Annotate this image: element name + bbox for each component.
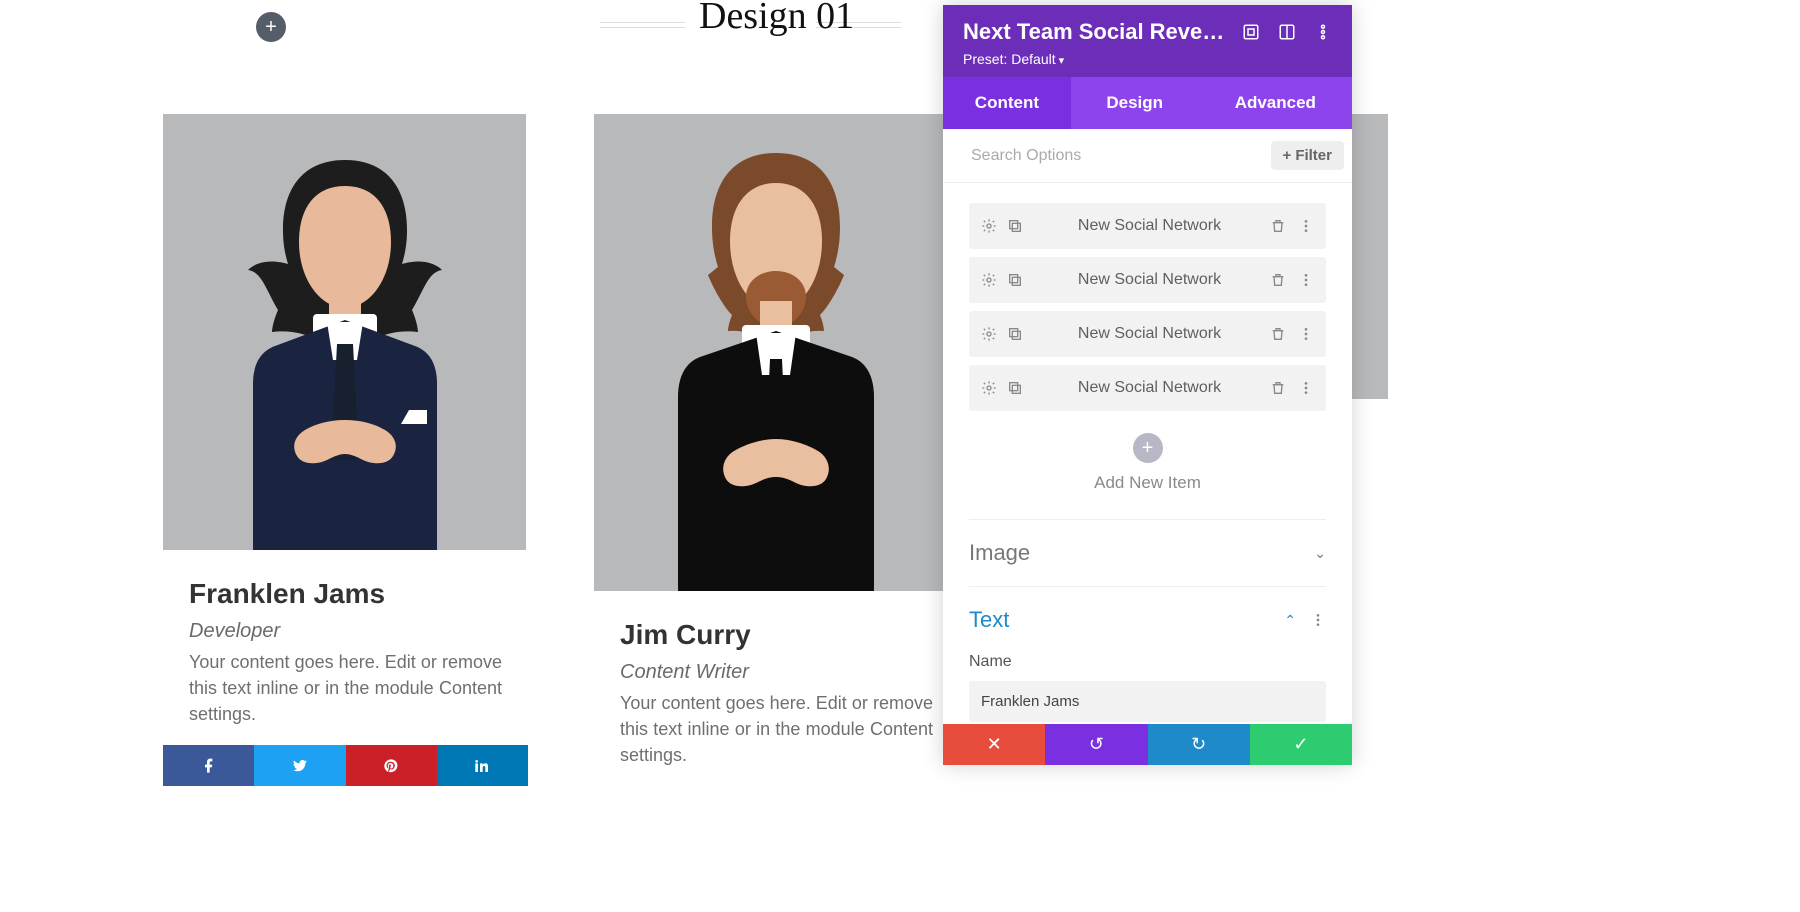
member-description: Your content goes here. Edit or remove t…	[189, 649, 502, 727]
member-name: Jim Curry	[620, 619, 933, 651]
member-role: Developer	[189, 620, 502, 643]
add-section-button[interactable]: +	[256, 12, 286, 42]
cancel-button[interactable]: ✕	[943, 724, 1045, 765]
tab-advanced[interactable]: Advanced	[1199, 77, 1352, 129]
trash-icon[interactable]	[1270, 380, 1286, 396]
tab-content[interactable]: Content	[943, 77, 1071, 129]
panel-title: Next Team Social Reveal Se…	[963, 19, 1232, 45]
undo-button[interactable]: ↺	[1045, 724, 1147, 765]
gear-icon[interactable]	[981, 326, 997, 342]
section-toggle-text[interactable]: Text ⌃	[969, 587, 1326, 653]
save-button[interactable]: ✓	[1250, 724, 1352, 765]
social-item-row[interactable]: New Social Network	[969, 257, 1326, 303]
social-item-row[interactable]: New Social Network	[969, 311, 1326, 357]
trash-icon[interactable]	[1270, 326, 1286, 342]
expand-icon[interactable]	[1242, 23, 1260, 41]
section-toggle-image[interactable]: Image ⌄	[969, 520, 1326, 586]
more-icon[interactable]	[1298, 218, 1314, 234]
redo-button[interactable]: ↻	[1148, 724, 1250, 765]
divider-left	[600, 22, 685, 28]
trash-icon[interactable]	[1270, 218, 1286, 234]
social-bar	[163, 745, 528, 786]
panel-action-bar: ✕ ↺ ↻ ✓	[943, 724, 1352, 765]
add-item-button[interactable]: +	[1133, 433, 1163, 463]
team-photo	[594, 114, 957, 591]
copy-icon[interactable]	[1007, 326, 1023, 342]
member-description: Your content goes here. Edit or remove t…	[620, 690, 933, 768]
module-settings-panel: Next Team Social Reveal Se… Preset: Defa…	[943, 5, 1352, 765]
page-title: Design 01	[699, 0, 854, 38]
twitter-button[interactable]	[254, 745, 345, 786]
more-icon[interactable]	[1310, 612, 1326, 628]
more-icon[interactable]	[1314, 23, 1332, 41]
panel-header[interactable]: Next Team Social Reveal Se… Preset: Defa…	[943, 5, 1352, 77]
copy-icon[interactable]	[1007, 218, 1023, 234]
member-name: Franklen Jams	[189, 578, 502, 610]
gear-icon[interactable]	[981, 218, 997, 234]
name-input[interactable]	[969, 681, 1326, 722]
gear-icon[interactable]	[981, 272, 997, 288]
copy-icon[interactable]	[1007, 380, 1023, 396]
search-input[interactable]	[969, 146, 1271, 166]
member-role: Content Writer	[620, 661, 933, 684]
filter-button[interactable]: +Filter	[1271, 141, 1344, 170]
preset-selector[interactable]: Preset: Default	[963, 51, 1332, 67]
name-field-label: Name	[969, 653, 1326, 671]
pinterest-button[interactable]	[346, 745, 437, 786]
team-card: Franklen Jams Developer Your content goe…	[163, 114, 528, 786]
tab-design[interactable]: Design	[1071, 77, 1199, 129]
facebook-button[interactable]	[163, 745, 254, 786]
team-card: Jim Curry Content Writer Your content go…	[594, 114, 959, 786]
team-photo	[163, 114, 526, 550]
chevron-up-icon: ⌃	[1284, 612, 1296, 629]
social-item-row[interactable]: New Social Network	[969, 365, 1326, 411]
gear-icon[interactable]	[981, 380, 997, 396]
linkedin-button[interactable]	[437, 745, 528, 786]
columns-icon[interactable]	[1278, 23, 1296, 41]
chevron-down-icon: ⌄	[1314, 545, 1326, 562]
more-icon[interactable]	[1298, 326, 1314, 342]
panel-tabs: Content Design Advanced	[943, 77, 1352, 129]
trash-icon[interactable]	[1270, 272, 1286, 288]
more-icon[interactable]	[1298, 380, 1314, 396]
more-icon[interactable]	[1298, 272, 1314, 288]
social-item-row[interactable]: New Social Network	[969, 203, 1326, 249]
add-item-label: Add New Item	[969, 473, 1326, 493]
copy-icon[interactable]	[1007, 272, 1023, 288]
